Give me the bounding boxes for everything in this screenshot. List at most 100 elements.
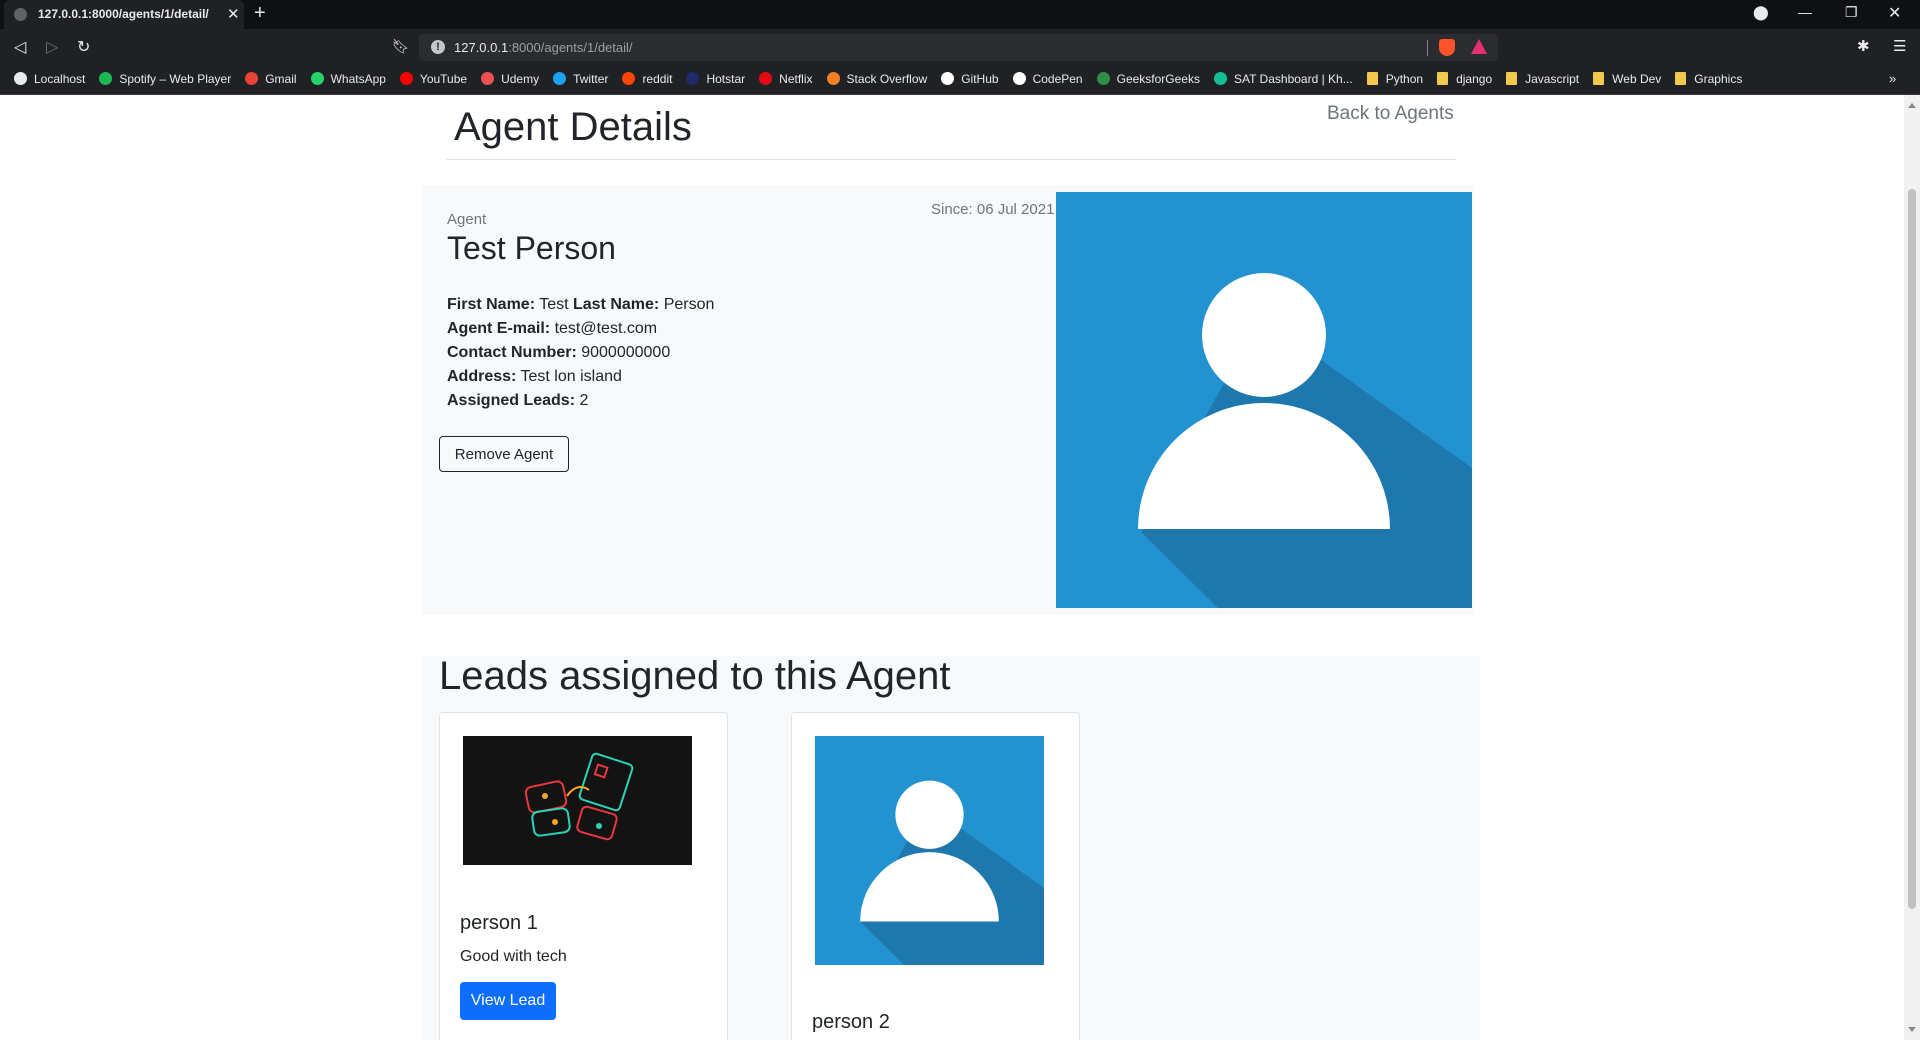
lead-card: person 1 Good with tech View Lead [439, 712, 728, 1040]
lead-card: person 2 [791, 712, 1080, 1040]
email-value: test@test.com [554, 320, 658, 337]
address-divider [1427, 40, 1428, 56]
geeksforgeeks-icon [1096, 72, 1110, 85]
forward-icon[interactable]: ▷ [46, 37, 58, 57]
window-close-icon[interactable]: ✕ [1888, 3, 1901, 23]
lead-avatar-image [815, 736, 1044, 965]
bookmark-udemy[interactable]: Udemy [481, 72, 539, 86]
scrollbar-thumb[interactable] [1908, 189, 1916, 909]
contact-row: Contact Number: 9000000000 [447, 341, 714, 365]
lead-name: person 2 [812, 1011, 890, 1033]
bookmark-javascript[interactable]: Javascript [1506, 72, 1579, 86]
email-label: Agent E-mail: [447, 320, 551, 337]
view-lead-button[interactable]: View Lead [460, 982, 556, 1020]
bookmark-label: Udemy [501, 72, 540, 86]
menu-icon[interactable]: ☰ [1893, 37, 1906, 55]
agent-name: Test Person [447, 230, 616, 266]
tab-title: 127.0.0.1:8000/agents/1/detail/ [38, 7, 209, 21]
bookmark-django[interactable]: django [1437, 72, 1492, 86]
bookmark-codepen[interactable]: CodePen [1012, 72, 1083, 86]
site-info-icon[interactable]: ! [431, 40, 445, 54]
profile-icon[interactable]: ⬤ [1753, 4, 1769, 21]
gmail-icon [245, 72, 259, 85]
bookmark-label: GeeksforGeeks [1116, 72, 1200, 86]
folder-icon [1675, 72, 1687, 85]
more-bookmarks-icon[interactable]: » [1889, 71, 1896, 86]
address-row: Address: Test lon island [447, 365, 714, 389]
youtube-icon [399, 72, 413, 85]
page-viewport: Agent Details Back to Agents Agent Since… [0, 95, 1904, 1040]
bookmark-whatsapp[interactable]: WhatsApp [310, 72, 386, 86]
bookmark-label: Javascript [1525, 72, 1580, 86]
codepen-icon [1012, 72, 1026, 85]
bookmark-twitter[interactable]: Twitter [553, 72, 608, 86]
agent-fields: First Name: Test Last Name: Person Agent… [447, 293, 714, 413]
first-name-value: Test [539, 296, 569, 313]
name-row: First Name: Test Last Name: Person [447, 293, 714, 317]
bookmark-github[interactable]: GitHub [941, 72, 999, 86]
bookmark-graphics[interactable]: Graphics [1675, 72, 1742, 86]
bookmark-stack-overflow[interactable]: Stack Overflow [826, 72, 927, 86]
new-tab-icon[interactable]: + [254, 2, 266, 25]
stackoverflow-icon [826, 72, 840, 85]
scroll-up-arrow-icon[interactable] [1908, 103, 1916, 108]
extensions-icon[interactable]: ✱ [1857, 37, 1870, 55]
assigned-leads-label: Assigned Leads: [447, 392, 576, 409]
bookmark-label: GitHub [961, 72, 999, 86]
brave-shields-icon[interactable] [1439, 39, 1455, 56]
page-scrollbar[interactable] [1904, 95, 1920, 1040]
first-name-label: First Name: [447, 296, 536, 313]
last-name-value: Person [663, 296, 715, 313]
bookmark-label: Spotify – Web Player [119, 72, 232, 86]
bookmark-label: Hotstar [706, 72, 746, 86]
bookmark-page-icon[interactable]: 🔖︎ [392, 38, 410, 55]
address-bar[interactable]: ! 127.0.0.1:8000/agents/1/detail/ [419, 34, 1498, 61]
url-text[interactable]: 127.0.0.1:8000/agents/1/detail/ [454, 40, 633, 55]
bookmark-label: Twitter [573, 72, 609, 86]
bookmark-netflix[interactable]: Netflix [759, 72, 813, 86]
hotstar-icon [686, 72, 700, 85]
minimize-icon[interactable]: — [1798, 4, 1812, 20]
bookmark-hotstar[interactable]: Hotstar [686, 72, 745, 86]
leads-heading: Leads assigned to this Agent [439, 654, 951, 698]
bookmark-label: WhatsApp [330, 72, 386, 86]
back-icon[interactable]: ◁ [14, 37, 26, 57]
bookmark-label: SAT Dashboard | Kh... [1233, 72, 1353, 86]
page-title: Agent Details [454, 105, 692, 149]
bookmark-label: Netflix [779, 72, 813, 86]
browser-tab[interactable]: 127.0.0.1:8000/agents/1/detail/ ✕ [4, 0, 244, 29]
back-to-agents-link[interactable]: Back to Agents [1327, 103, 1454, 125]
bookmark-web-dev[interactable]: Web Dev [1593, 72, 1661, 86]
lead-description: Good with tech [460, 948, 567, 965]
github-icon [941, 72, 955, 85]
bookmark-label: Graphics [1694, 72, 1743, 86]
bookmark-reddit[interactable]: reddit [622, 72, 672, 86]
brave-rewards-icon[interactable] [1471, 39, 1487, 54]
browser-toolbar: ◁ ▷ ↻ 🔖︎ ! 127.0.0.1:8000/agents/1/detai… [0, 29, 1920, 66]
bookmark-youtube[interactable]: YouTube [399, 72, 467, 86]
assigned-leads-row: Assigned Leads: 2 [447, 389, 714, 413]
bookmark-spotify-web-player[interactable]: Spotify – Web Player [99, 72, 231, 86]
bookmark-python[interactable]: Python [1366, 72, 1423, 86]
folder-icon [1593, 72, 1605, 85]
bookmark-gmail[interactable]: Gmail [245, 72, 297, 86]
bookmark-localhost[interactable]: Localhost [14, 72, 85, 86]
bookmark-geeksforgeeks[interactable]: GeeksforGeeks [1096, 72, 1200, 86]
address-label: Address: [447, 368, 517, 385]
scroll-down-arrow-icon[interactable] [1908, 1027, 1916, 1032]
remove-agent-button[interactable]: Remove Agent [439, 436, 569, 472]
heading-divider [446, 159, 1456, 160]
folder-icon [1437, 72, 1449, 85]
bookmark-label: Web Dev [1612, 72, 1662, 86]
bookmark-label: CodePen [1032, 72, 1083, 86]
reddit-icon [622, 72, 636, 85]
bookmark-label: django [1456, 72, 1493, 86]
close-tab-icon[interactable]: ✕ [227, 5, 240, 23]
reload-icon[interactable]: ↻ [77, 37, 90, 57]
twitter-icon [553, 72, 567, 85]
url-path: :8000/agents/1/detail/ [508, 40, 633, 55]
restore-icon[interactable]: ❐ [1845, 4, 1858, 21]
lead-name: person 1 [460, 912, 538, 934]
bookmark-sat-dashboard-kh[interactable]: SAT Dashboard | Kh... [1213, 72, 1353, 86]
email-row: Agent E-mail: test@test.com [447, 317, 714, 341]
